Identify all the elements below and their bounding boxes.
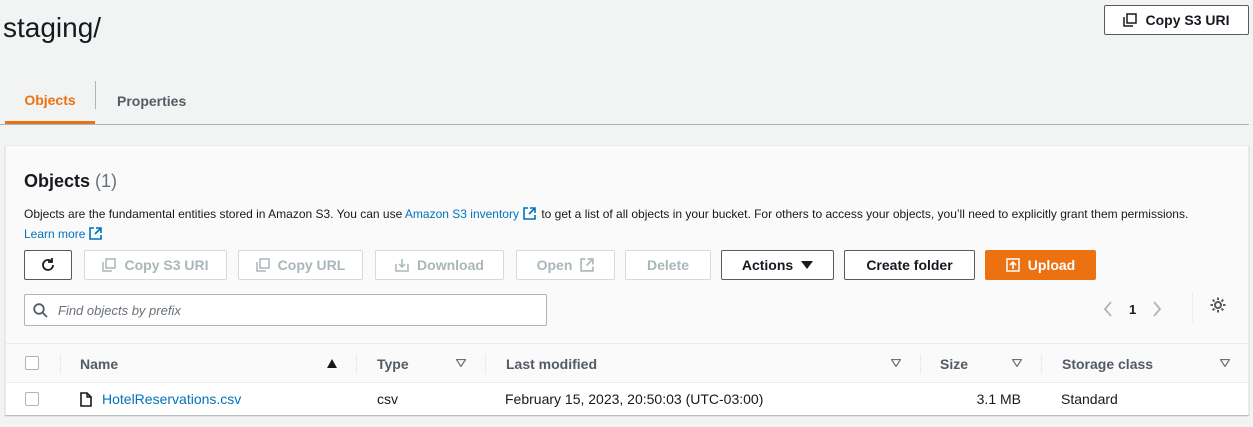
pagination: 1 (1103, 296, 1162, 322)
select-all-checkbox[interactable] (25, 356, 39, 370)
description-text-end: to get a list of all objects in your buc… (541, 207, 1189, 221)
sort-ascending-icon[interactable] (327, 359, 337, 368)
create-folder-button[interactable]: Create folder (844, 250, 975, 280)
tab-bar: Objects Properties (0, 78, 1249, 125)
column-divider (60, 354, 61, 374)
open-label: Open (536, 257, 573, 273)
pagination-divider (1192, 292, 1193, 322)
copy-s3-uri-button[interactable]: Copy S3 URI (84, 250, 227, 280)
tab-divider (95, 81, 96, 109)
copy-icon (102, 258, 117, 272)
delete-label: Delete (646, 257, 690, 273)
open-button[interactable]: Open (516, 250, 615, 280)
download-label: Download (417, 257, 484, 273)
column-header-type[interactable]: Type (377, 344, 409, 384)
sort-icon[interactable] (1220, 359, 1230, 367)
column-header-size[interactable]: Size (940, 344, 968, 384)
type-cell: csv (377, 391, 398, 407)
gear-icon[interactable] (1209, 296, 1227, 314)
table-header: Name Type Last modified Size Storage cla… (6, 343, 1248, 383)
download-icon (395, 259, 409, 272)
refresh-icon (42, 258, 54, 271)
copy-url-label: Copy URL (277, 257, 346, 273)
objects-description: Objects are the fundamental entities sto… (24, 204, 1234, 244)
column-header-name[interactable]: Name (80, 344, 118, 384)
page-title: staging/ (3, 12, 102, 43)
tab-properties[interactable]: Properties (117, 78, 186, 124)
create-folder-label: Create folder (866, 257, 953, 273)
last-modified-cell: February 15, 2023, 20:50:03 (UTC-03:00) (505, 391, 764, 407)
objects-panel-title: Objects (1) (24, 171, 117, 192)
sort-icon[interactable] (456, 359, 466, 367)
chevron-right-icon[interactable] (1152, 301, 1162, 317)
file-icon (80, 391, 92, 407)
name-cell: HotelReservations.csv (80, 383, 241, 415)
sort-icon[interactable] (1012, 359, 1022, 367)
s3-inventory-link[interactable]: Amazon S3 inventory (405, 207, 519, 221)
objects-count: (1) (95, 171, 118, 191)
delete-button[interactable]: Delete (625, 250, 711, 280)
external-link-icon (580, 258, 595, 272)
caret-down-icon (801, 261, 814, 269)
sort-icon[interactable] (891, 359, 901, 367)
table-row[interactable]: HotelReservations.csv csv February 15, 2… (6, 383, 1248, 415)
column-header-storage-class[interactable]: Storage class (1062, 344, 1153, 384)
size-cell: 3.1 MB (976, 391, 1021, 407)
row-checkbox[interactable] (25, 392, 39, 406)
upload-button[interactable]: Upload (985, 250, 1096, 280)
copy-url-button[interactable]: Copy URL (238, 250, 363, 280)
copy-icon (255, 258, 270, 272)
search-icon (33, 302, 48, 318)
external-link-icon (89, 227, 103, 240)
description-text-start: Objects are the fundamental entities sto… (24, 207, 403, 221)
column-header-last-modified[interactable]: Last modified (506, 344, 597, 384)
actions-dropdown[interactable]: Actions (721, 250, 834, 280)
storage-class-cell: Standard (1061, 391, 1118, 407)
upload-icon (1006, 258, 1020, 272)
object-name-link[interactable]: HotelReservations.csv (102, 391, 241, 407)
copy-s3-uri-label: Copy S3 URI (1145, 12, 1230, 28)
upload-label: Upload (1027, 257, 1076, 273)
objects-heading: Objects (24, 171, 91, 191)
refresh-button[interactable] (24, 250, 72, 280)
column-divider (920, 354, 921, 374)
copy-s3-uri-button-header[interactable]: Copy S3 URI (1104, 5, 1249, 35)
tab-objects[interactable]: Objects (5, 78, 95, 124)
learn-more-link[interactable]: Learn more (24, 227, 85, 241)
external-link-icon (523, 207, 536, 220)
column-divider (356, 354, 357, 374)
current-page[interactable]: 1 (1129, 302, 1136, 317)
search-box[interactable] (24, 294, 547, 326)
copy-s3-uri-label: Copy S3 URI (124, 257, 209, 273)
search-input[interactable] (56, 301, 526, 319)
copy-icon (1123, 13, 1138, 27)
chevron-left-icon[interactable] (1103, 301, 1113, 317)
objects-panel: Objects (1) Objects are the fundamental … (5, 145, 1249, 415)
column-divider (1041, 354, 1042, 374)
download-button[interactable]: Download (375, 250, 504, 280)
actions-label: Actions (741, 257, 794, 273)
column-divider (485, 354, 486, 374)
